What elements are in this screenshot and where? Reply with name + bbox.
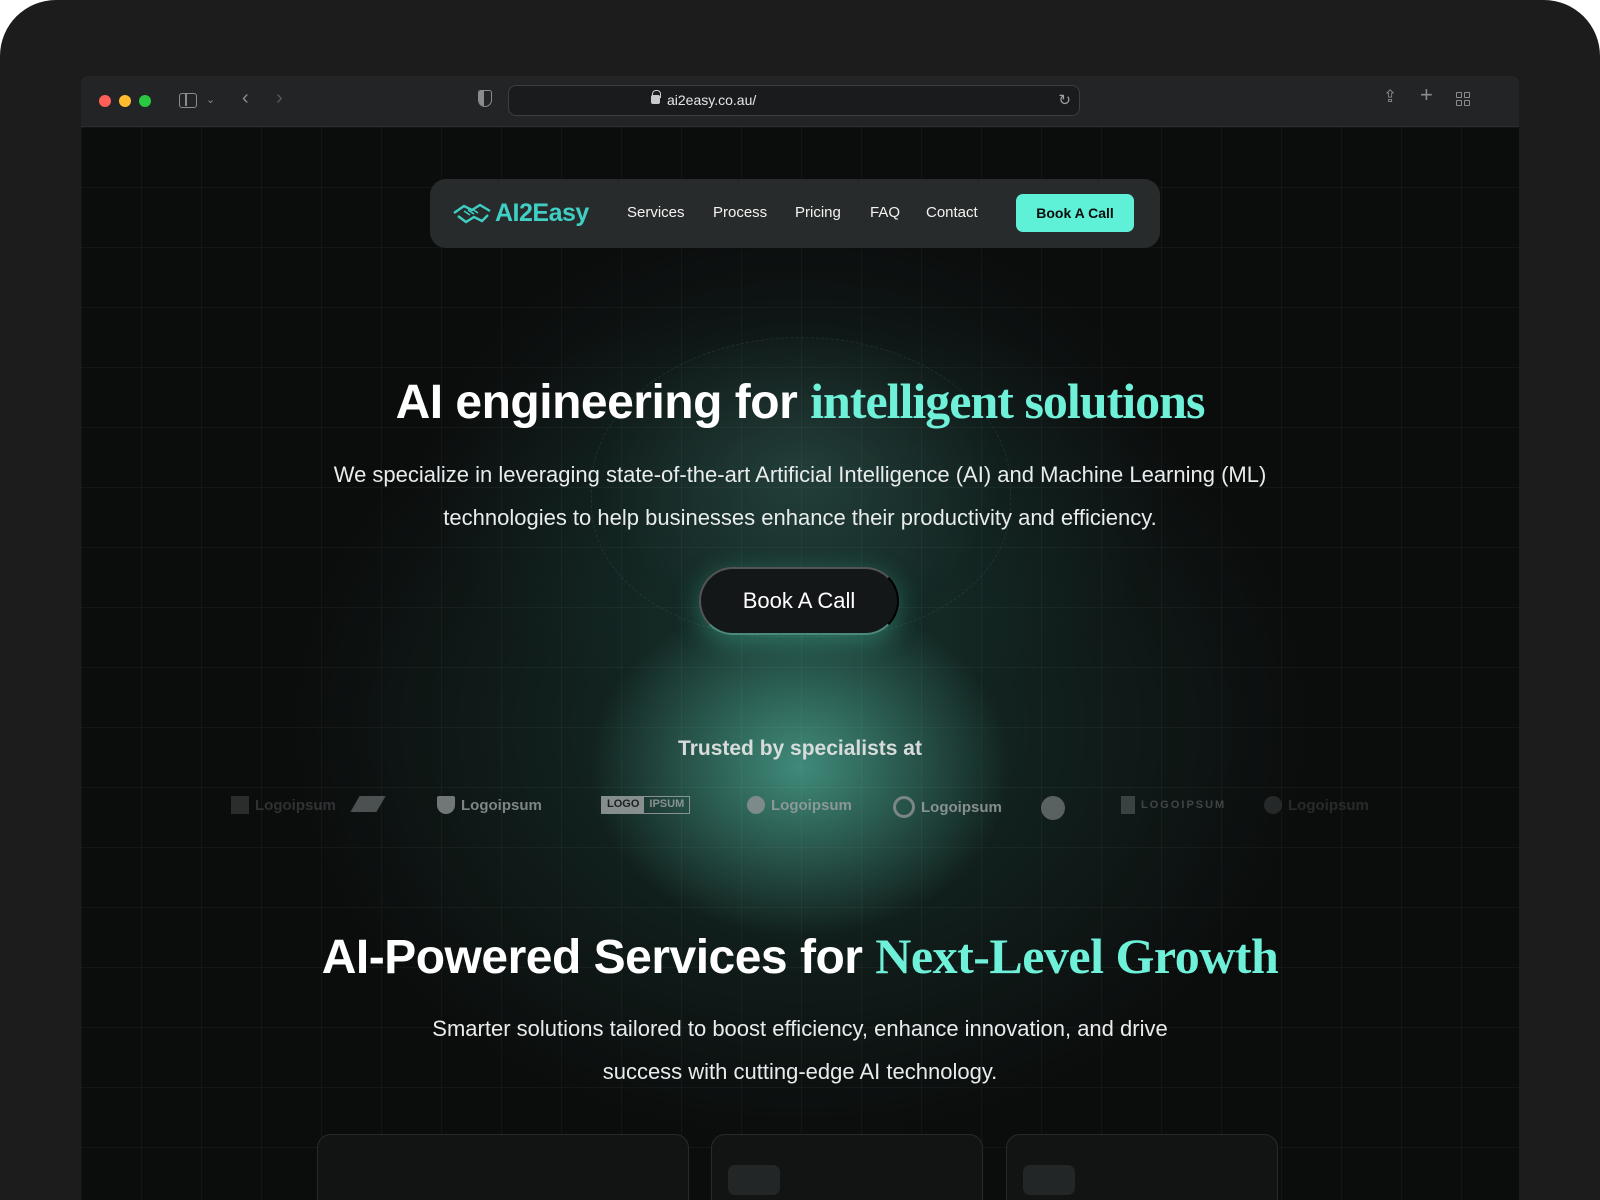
partner-logo: Logoipsum <box>1264 796 1369 814</box>
new-tab-plus-icon[interactable]: + <box>1420 84 1433 106</box>
partner-logo: Logoipsum <box>231 796 336 814</box>
privacy-shield-icon[interactable] <box>478 90 492 107</box>
trusted-heading: Trusted by specialists at <box>678 737 922 760</box>
share-icon[interactable]: ⇪ <box>1383 88 1397 105</box>
services-section-title: AI-Powered Services for Next-Level Growt… <box>81 927 1519 985</box>
circle-logo-icon <box>893 796 915 818</box>
reload-icon[interactable]: ↻ <box>1058 91 1071 109</box>
partner-logo: Logoipsum <box>747 796 852 814</box>
ring-logo-icon <box>1264 796 1282 814</box>
hero-title-accent: intelligent solutions <box>810 373 1205 429</box>
partner-logo: Logoipsum <box>893 796 1002 818</box>
service-card[interactable] <box>711 1134 983 1200</box>
service-card[interactable] <box>1006 1134 1278 1200</box>
services-title-accent: Next-Level Growth <box>875 928 1279 984</box>
forward-arrow-icon[interactable]: › <box>276 88 283 108</box>
nav-link-contact[interactable]: Contact <box>926 204 978 221</box>
slanted-bars-logo-icon <box>350 796 386 812</box>
logo-ipsum-box: LOGO IPSUM <box>601 796 691 814</box>
browser-toolbar: ⌄ ‹ › ai2easy.co.au/ ↻ ⇪ + <box>81 76 1519 127</box>
nav-link-pricing[interactable]: Pricing <box>795 204 841 221</box>
partner-logo: LOGOIPSUM <box>601 796 691 814</box>
device-frame: ⌄ ‹ › ai2easy.co.au/ ↻ ⇪ + AI2Easy Servi… <box>0 0 1600 1200</box>
hero-title: AI engineering for intelligent solutions <box>81 372 1519 430</box>
shield-logo-icon <box>437 796 455 814</box>
services-title-plain: AI-Powered Services for <box>321 931 876 984</box>
partner-logo <box>350 796 386 812</box>
close-window-button[interactable] <box>99 95 111 107</box>
site-logo[interactable]: AI2Easy <box>452 198 589 228</box>
sidebar-toggle-icon[interactable] <box>179 93 197 108</box>
site-navbar: AI2Easy Services Process Pricing FAQ Con… <box>430 179 1160 248</box>
lock-icon <box>651 90 661 104</box>
flower-logo-icon <box>747 796 765 814</box>
chevron-down-icon[interactable]: ⌄ <box>206 92 215 108</box>
service-card[interactable] <box>317 1134 689 1200</box>
service-card-icon <box>1023 1165 1075 1195</box>
partner-logo-icon <box>231 796 249 814</box>
logo-wordmark: AI2Easy <box>495 198 589 227</box>
partner-logo <box>1041 796 1065 820</box>
url-text[interactable]: ai2easy.co.au/ <box>667 92 756 108</box>
bars-logo-icon <box>1121 796 1135 814</box>
partner-logo-strip: Logoipsum Logoipsum LOGO IPSUM Logoipsum … <box>81 792 1519 822</box>
minimize-window-button[interactable] <box>119 95 131 107</box>
nav-link-services[interactable]: Services <box>627 204 685 221</box>
hero-book-call-button[interactable]: Book A Call <box>699 567 899 635</box>
web-page: AI2Easy Services Process Pricing FAQ Con… <box>81 127 1519 1200</box>
nav-book-call-button[interactable]: Book A Call <box>1016 194 1134 232</box>
handshake-logo-icon <box>452 201 492 225</box>
hero-subtitle: We specialize in leveraging state-of-the… <box>333 462 1267 530</box>
service-card-icon <box>728 1165 780 1195</box>
back-arrow-icon[interactable]: ‹ <box>242 88 249 108</box>
services-section-subtitle: Smarter solutions tailored to boost effi… <box>432 1016 1168 1084</box>
zoom-window-button[interactable] <box>139 95 151 107</box>
partner-logo: Logoipsum <box>437 796 542 814</box>
nav-link-faq[interactable]: FAQ <box>870 204 900 221</box>
browser-window: ⌄ ‹ › ai2easy.co.au/ ↻ ⇪ + AI2Easy Servi… <box>81 76 1519 1200</box>
address-bar[interactable]: ai2easy.co.au/ ↻ <box>508 85 1080 116</box>
nav-link-process[interactable]: Process <box>713 204 767 221</box>
star-badge-logo-icon <box>1041 796 1065 820</box>
hero-title-plain: AI engineering for <box>395 376 811 429</box>
partner-logo: LOGOIPSUM <box>1121 796 1226 814</box>
tab-overview-icon[interactable] <box>1456 92 1470 106</box>
